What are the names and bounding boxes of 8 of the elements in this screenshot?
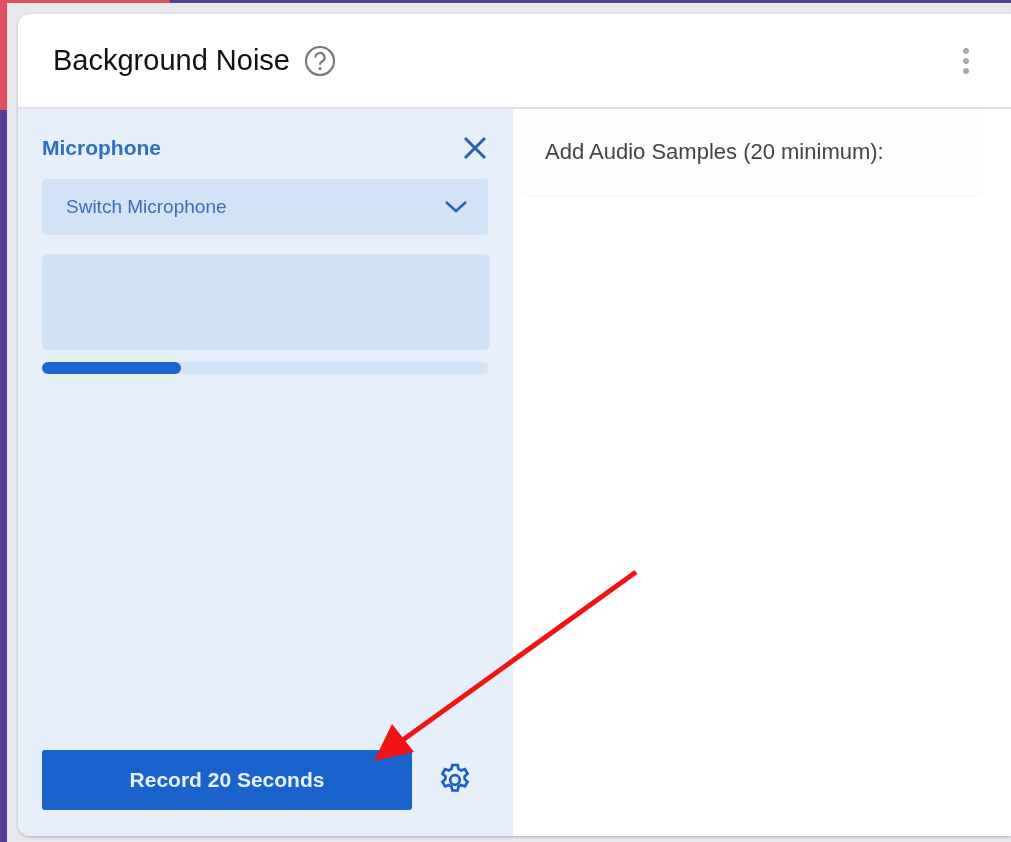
card-title: Background Noise (53, 44, 290, 77)
microphone-label: Microphone (42, 136, 161, 160)
chevron-icon (444, 200, 468, 214)
record-button[interactable]: Record 20 Seconds (42, 750, 412, 810)
samples-heading: Add Audio Samples (20 minimum): (545, 139, 884, 165)
microphone-dropdown[interactable]: Switch Microphone (42, 179, 488, 235)
help-icon[interactable] (304, 44, 336, 77)
close-icon[interactable] (462, 135, 488, 161)
